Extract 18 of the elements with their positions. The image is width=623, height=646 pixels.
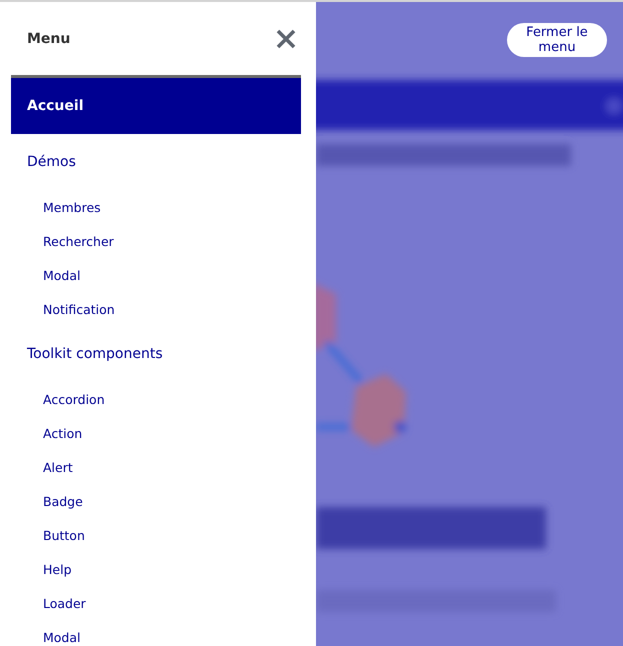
menu-item[interactable]: Démos	[11, 134, 301, 190]
close-menu-button[interactable]: Fermer le menu	[507, 23, 607, 57]
submenu-item[interactable]: Accordion	[11, 382, 301, 416]
submenu-item[interactable]: Alert	[11, 450, 301, 484]
submenu-item[interactable]: Action	[11, 416, 301, 450]
submenu-item[interactable]: Modal	[11, 620, 301, 646]
submenu-item[interactable]: Rechercher	[11, 224, 301, 258]
submenu-item[interactable]: Button	[11, 518, 301, 552]
close-icon[interactable]	[275, 28, 297, 50]
submenu-item[interactable]: Badge	[11, 484, 301, 518]
submenu-item[interactable]: Loader	[11, 586, 301, 620]
menu-item[interactable]: Toolkit components	[11, 326, 301, 382]
submenu-item[interactable]: Modal	[11, 258, 301, 292]
menu-item[interactable]: Accueil	[11, 78, 301, 134]
submenu-item[interactable]: Notification	[11, 292, 301, 326]
submenu-item[interactable]: Help	[11, 552, 301, 586]
submenu-item[interactable]: Membres	[11, 190, 301, 224]
menu-title: Menu	[27, 30, 70, 46]
